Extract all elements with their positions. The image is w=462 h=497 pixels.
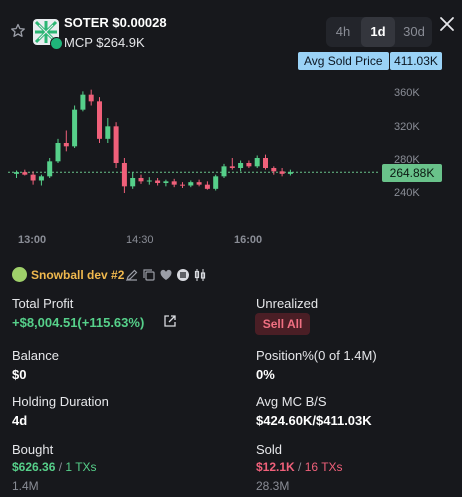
y-tick-label: 240K bbox=[394, 187, 420, 199]
holding-duration-label: Holding Duration bbox=[12, 394, 109, 409]
bought-summary: $626.36 / 1 TXs bbox=[12, 460, 97, 474]
candle-body bbox=[14, 172, 19, 174]
candle-body bbox=[22, 172, 28, 175]
candle-body bbox=[121, 163, 127, 187]
balance-label: Balance bbox=[12, 348, 59, 363]
bought-tokens: 1.4M bbox=[12, 479, 39, 493]
timeframe-1d[interactable]: 1d bbox=[361, 17, 395, 47]
candle-body bbox=[30, 174, 36, 181]
chain-badge-icon bbox=[50, 37, 63, 50]
heart-icon[interactable] bbox=[159, 268, 173, 282]
candle-body bbox=[213, 176, 219, 189]
candle-body bbox=[271, 168, 277, 172]
market-cap: MCP $264.9K bbox=[64, 35, 145, 50]
position-label: Position%(0 of 1.4M) bbox=[256, 348, 377, 363]
candle-body bbox=[130, 178, 136, 187]
candle-body bbox=[188, 182, 194, 186]
candle-body bbox=[155, 180, 161, 183]
dev-name[interactable]: Snowball dev #2 bbox=[31, 268, 124, 282]
token-title: SOTER $0.00028 bbox=[64, 15, 167, 30]
sell-all-button[interactable]: Sell All bbox=[255, 313, 310, 335]
total-profit-value: +$8,004.51(+115.63%) bbox=[12, 315, 145, 330]
candle-body bbox=[238, 163, 244, 168]
candle-body bbox=[55, 143, 61, 162]
close-icon[interactable] bbox=[437, 14, 457, 34]
bought-amount: $626.36 bbox=[12, 460, 56, 474]
y-tick-label: 320K bbox=[394, 121, 420, 133]
timeframe-selector: 4h 1d 30d bbox=[326, 17, 432, 47]
candle-body bbox=[97, 101, 102, 139]
list-icon[interactable] bbox=[176, 268, 190, 282]
avg-sold-price-value: 411.03K bbox=[390, 52, 442, 70]
unrealized-label: Unrealized bbox=[256, 296, 319, 311]
candle-body bbox=[163, 181, 169, 183]
candle-body bbox=[72, 109, 78, 147]
candle-body bbox=[105, 126, 111, 139]
candle-body bbox=[221, 166, 227, 177]
candles-icon[interactable] bbox=[193, 268, 207, 282]
candle-body bbox=[63, 143, 69, 147]
timeframe-30d[interactable]: 30d bbox=[396, 17, 432, 47]
price-chart[interactable] bbox=[0, 70, 380, 210]
holding-duration-value: 4d bbox=[12, 413, 28, 428]
candle-body bbox=[246, 163, 252, 167]
bought-separator: / bbox=[58, 460, 63, 474]
timeframe-4h[interactable]: 4h bbox=[326, 17, 360, 47]
balance-value: $0 bbox=[12, 367, 27, 382]
candle-body bbox=[80, 94, 86, 110]
sold-amount: $12.1K bbox=[256, 460, 295, 474]
candle-body bbox=[254, 158, 260, 167]
candle-body bbox=[88, 94, 94, 102]
x-tick-label: 16:00 bbox=[234, 234, 263, 246]
candle-body bbox=[229, 166, 235, 168]
candle-body bbox=[196, 182, 202, 185]
candle-body bbox=[113, 126, 119, 163]
sold-label: Sold bbox=[256, 442, 283, 457]
candle-body bbox=[263, 158, 268, 168]
candle-body bbox=[146, 180, 152, 182]
candle-body bbox=[38, 176, 44, 181]
share-icon[interactable] bbox=[163, 314, 177, 328]
dev-avatar bbox=[12, 267, 27, 282]
candle-body bbox=[47, 161, 53, 177]
avg-sold-price-label: Avg Sold Price bbox=[298, 52, 389, 70]
total-profit-label: Total Profit bbox=[12, 296, 74, 311]
copy-icon[interactable] bbox=[142, 268, 156, 282]
current-price-tag: 264.88K bbox=[382, 164, 442, 182]
bought-txs: 1 TXs bbox=[65, 460, 97, 474]
avg-mc-value: $424.60K/$411.03K bbox=[256, 413, 372, 428]
y-tick-label: 360K bbox=[394, 87, 420, 99]
position-value: 0% bbox=[256, 367, 275, 382]
star-icon[interactable] bbox=[10, 23, 26, 39]
x-tick-label: 14:30 bbox=[126, 234, 154, 246]
candle-body bbox=[171, 181, 177, 185]
edit-icon[interactable] bbox=[125, 268, 139, 282]
sold-txs: 16 TXs bbox=[304, 460, 343, 474]
candle-body bbox=[287, 172, 293, 174]
sold-summary: $12.1K / 16 TXs bbox=[256, 460, 343, 474]
sold-tokens: 28.3M bbox=[256, 479, 290, 493]
avg-mc-label: Avg MC B/S bbox=[256, 394, 327, 409]
candle-body bbox=[279, 171, 285, 174]
candle-body bbox=[204, 184, 210, 189]
candle-body bbox=[138, 178, 144, 182]
x-tick-label: 13:00 bbox=[18, 234, 47, 246]
sold-separator: / bbox=[298, 460, 302, 474]
bought-label: Bought bbox=[12, 442, 54, 457]
candle-body bbox=[180, 184, 185, 186]
